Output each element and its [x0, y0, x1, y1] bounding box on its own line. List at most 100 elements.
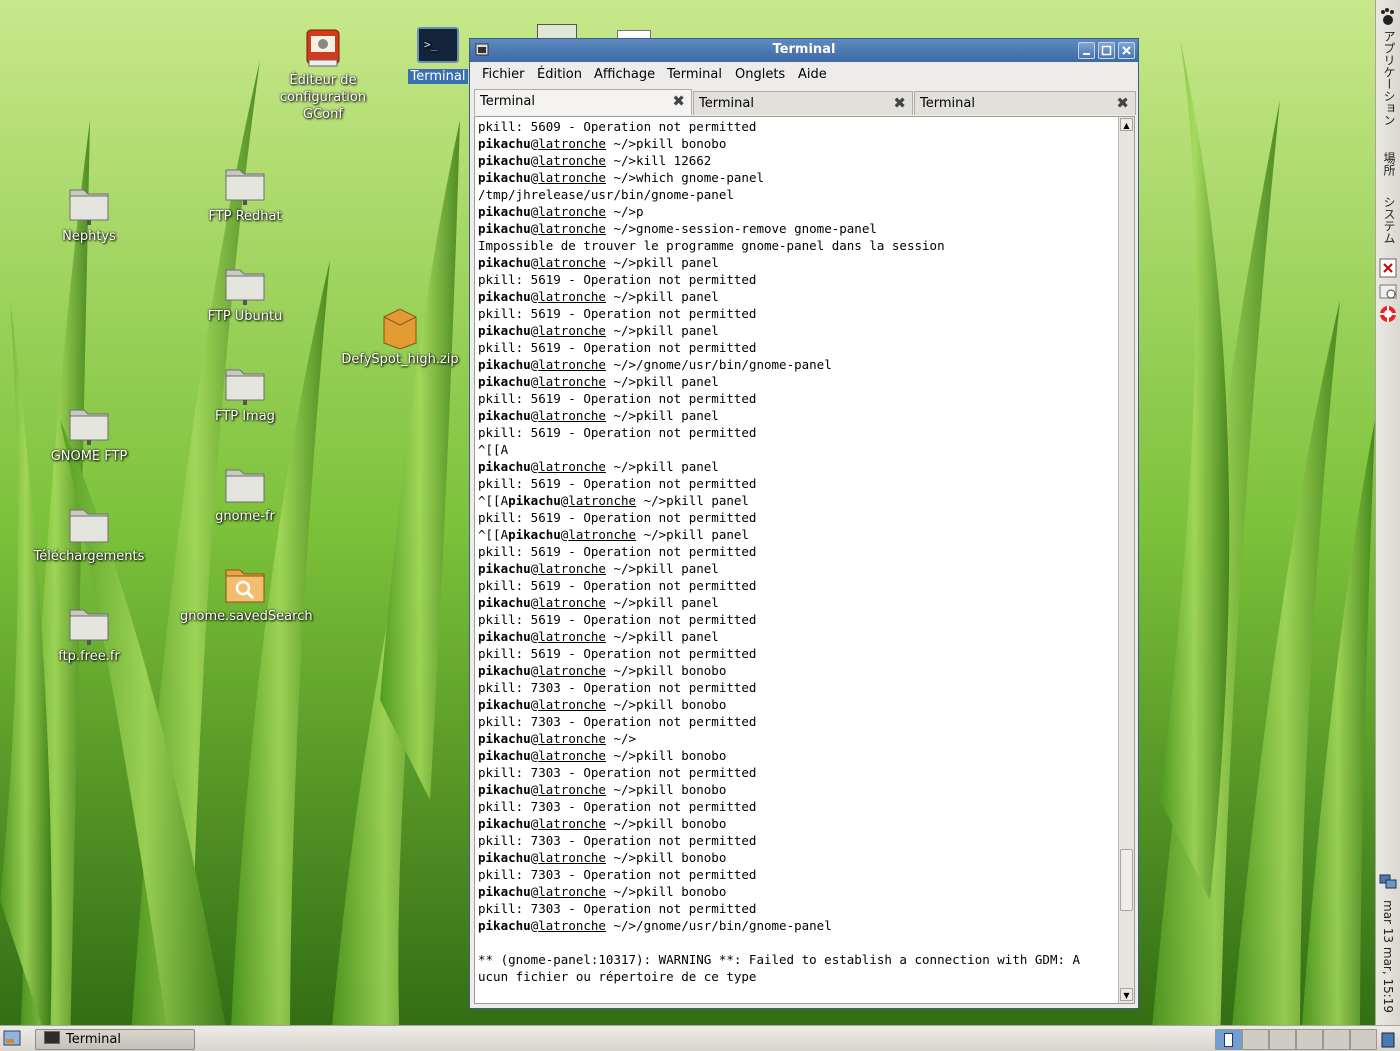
desktop-icon-defyspot-zip[interactable]: DefySpot_high.zip	[335, 305, 465, 368]
tab-label: Terminal	[920, 96, 975, 111]
command-text: ~/>which gnome-panel	[605, 170, 764, 185]
terminal-line: pikachu@latronche ~/>gnome-session-remov…	[478, 220, 1118, 237]
prompt-host: latronche	[538, 323, 606, 338]
system-menu[interactable]: システム	[1381, 196, 1398, 244]
desktop-icon-gnome-fr[interactable]: gnome-fr	[180, 462, 310, 525]
terminal-line: pkill: 7303 - Operation not permitted	[478, 679, 1118, 696]
desktop-icon-gnome-ftp[interactable]: GNOME FTP	[24, 402, 154, 465]
escape-sequence-text: ^[[A	[478, 493, 509, 508]
menu-terminal[interactable]: Terminal	[667, 67, 722, 82]
prompt-host: latronche	[538, 731, 606, 746]
terminal-line: pkill: 5609 - Operation not permitted	[478, 118, 1118, 135]
desktop-icon-ftp-free[interactable]: ftp.free.fr	[24, 602, 154, 665]
terminal-text: pkill: 5609 - Operation not permitted pik…	[478, 118, 1118, 985]
trash-icon[interactable]	[1380, 1030, 1396, 1048]
desktop-icon-nephtys[interactable]: Nephtys	[24, 182, 154, 245]
desktop-icon-ftp-redhat[interactable]: FTP Redhat	[180, 162, 310, 225]
workspace-2[interactable]	[1242, 1029, 1269, 1050]
vertical-scrollbar[interactable]: ▲ ▼	[1118, 117, 1134, 1003]
places-menu[interactable]: 場所	[1381, 152, 1398, 176]
desktop-icon-label: gnome.savedSearch	[180, 609, 313, 624]
terminal-line: pkill: 7303 - Operation not permitted	[478, 900, 1118, 917]
close-button[interactable]	[1118, 42, 1135, 59]
desktop-icon-ftp-imag[interactable]: FTP Imag	[180, 362, 310, 425]
taskbar-button-terminal[interactable]: Terminal	[35, 1029, 195, 1050]
show-desktop-icon[interactable]	[3, 1030, 21, 1046]
terminal-line: pikachu@latronche ~/>pkill bonobo	[478, 747, 1118, 764]
workspace-5[interactable]	[1323, 1029, 1350, 1050]
maximize-button[interactable]	[1098, 42, 1115, 59]
terminal-line: pkill: 5619 - Operation not permitted	[478, 509, 1118, 526]
prompt-host: latronche	[538, 816, 606, 831]
prompt-user: pikachu	[478, 221, 531, 236]
tab-terminal-3[interactable]: Terminal ✖	[914, 91, 1136, 115]
terminal-line: pikachu@latronche ~/>pkill panel	[478, 322, 1118, 339]
workspace-3[interactable]	[1269, 1029, 1296, 1050]
terminal-line: pikachu@latronche ~/>pkill panel	[478, 407, 1118, 424]
scrollbar-thumb[interactable]	[1120, 849, 1133, 911]
desktop-icon-label: FTP Ubuntu	[207, 309, 283, 324]
command-text: ~/>kill 12662	[605, 153, 712, 168]
network-icon	[1379, 874, 1397, 889]
menu-affichage[interactable]: Affichage	[594, 67, 655, 82]
prompt-host: latronche	[538, 918, 606, 933]
prompt-host: latronche	[538, 629, 606, 644]
prompt-user: pikachu	[478, 850, 531, 865]
workspace-1[interactable]	[1215, 1029, 1242, 1050]
terminal-output-text: pkill: 5619 - Operation not permitted	[478, 578, 757, 593]
workspace-4[interactable]	[1296, 1029, 1323, 1050]
help-lifebuoy-icon[interactable]	[1379, 304, 1397, 324]
window-titlebar[interactable]: Terminal	[470, 39, 1138, 62]
terminal-output-area[interactable]: pkill: 5609 - Operation not permitted pik…	[474, 116, 1135, 1004]
tab-close-icon[interactable]: ✖	[893, 94, 906, 112]
minimize-button[interactable]	[1078, 42, 1095, 59]
terminal-output-text: ^[[A	[478, 442, 509, 457]
network-folder-icon	[69, 609, 109, 645]
terminal-output-text: pkill: 5619 - Operation not permitted	[478, 425, 757, 440]
terminal-line: pikachu@latronche ~/>pkill panel	[478, 458, 1118, 475]
tab-close-icon[interactable]: ✖	[672, 92, 685, 110]
command-text: ~/>/gnome/usr/bin/gnome-panel	[605, 357, 832, 372]
terminal-line: pkill: 5619 - Operation not permitted	[478, 543, 1118, 560]
escape-sequence-text: ^[[A	[478, 527, 509, 542]
desktop-icon-gconf[interactable]: Éditeur de configuration GConf	[258, 24, 388, 123]
close-session-icon[interactable]	[1379, 258, 1397, 278]
applications-menu[interactable]: アプリケーション	[1381, 30, 1398, 126]
terminal-output-text: pkill: 5619 - Operation not permitted	[478, 306, 757, 321]
tab-close-icon[interactable]: ✖	[1116, 94, 1129, 112]
desktop-icon-label: Éditeur de configuration GConf	[279, 73, 367, 122]
scroll-down-arrow-icon[interactable]: ▼	[1120, 988, 1133, 1001]
menu-onglets[interactable]: Onglets	[735, 67, 785, 82]
terminal-output-text: pkill: 7303 - Operation not permitted	[478, 765, 757, 780]
window-title: Terminal	[772, 42, 836, 57]
desktop-icon-saved-search[interactable]: gnome.savedSearch	[180, 562, 313, 625]
prompt-user: pikachu	[478, 731, 531, 746]
prompt-user: pikachu	[478, 918, 531, 933]
mail-icon[interactable]	[1379, 281, 1397, 301]
prompt-host: latronche	[538, 748, 606, 763]
prompt-user: pikachu	[478, 408, 531, 423]
prompt-user: pikachu	[478, 816, 531, 831]
menu-edition[interactable]: Édition	[537, 67, 582, 82]
terminal-output-text: pkill: 5619 - Operation not permitted	[478, 646, 757, 661]
desktop-icon-ftp-ubuntu[interactable]: FTP Ubuntu	[180, 262, 310, 325]
terminal-line: pikachu@latronche ~/>kill 12662	[478, 152, 1118, 169]
menu-fichier[interactable]: Fichier	[482, 67, 525, 82]
prompt-user: pikachu	[478, 595, 531, 610]
terminal-line: pikachu@latronche ~/>pkill panel	[478, 254, 1118, 271]
command-text: ~/>pkill bonobo	[605, 782, 727, 797]
terminal-line: pikachu@latronche ~/>	[478, 730, 1118, 747]
menu-aide[interactable]: Aide	[798, 67, 827, 82]
terminal-output-text: ucun fichier ou répertoire de ce type	[478, 969, 757, 984]
tab-terminal-1[interactable]: Terminal ✖	[474, 89, 692, 115]
terminal-line: ** (gnome-panel:10317): WARNING **: Fail…	[478, 951, 1118, 968]
desktop-icon-telechargements[interactable]: Téléchargements	[24, 502, 154, 565]
desktop-icon-label: FTP Imag	[215, 409, 275, 424]
clock[interactable]: mar 13 mar, 15:19	[1381, 900, 1395, 1013]
terminal-output-text: ** (gnome-panel:10317): WARNING **: Fail…	[478, 952, 1081, 967]
prompt-user: pikachu	[478, 153, 531, 168]
workspace-6[interactable]	[1350, 1029, 1377, 1050]
prompt-user: pikachu	[478, 170, 531, 185]
tab-terminal-2[interactable]: Terminal ✖	[693, 91, 913, 115]
scroll-up-arrow-icon[interactable]: ▲	[1120, 118, 1133, 131]
